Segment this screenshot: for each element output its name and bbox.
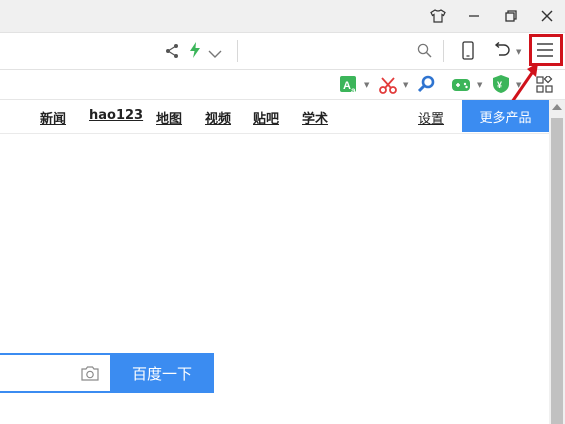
browser-window: ▼ A a ▼ ▼ ▼ ¥ ▼ 新闻 hao123 地图 视频 贴吧 学术 设置… (0, 0, 565, 424)
nav-link-news[interactable]: 新闻 (40, 108, 66, 127)
minimize-icon (469, 15, 479, 17)
share-button[interactable] (165, 43, 179, 63)
more-products-button[interactable]: 更多产品 (462, 100, 549, 132)
nav-link-tieba[interactable]: 贴吧 (253, 108, 279, 127)
title-bar (0, 0, 565, 32)
nav-link-settings[interactable]: 设置 (418, 108, 444, 127)
address-dropdown-button[interactable] (208, 44, 222, 63)
gamepad-icon (452, 79, 470, 91)
close-icon (541, 10, 553, 22)
search-extension[interactable] (417, 75, 436, 98)
nav-link-hao123[interactable]: hao123 (89, 108, 143, 123)
undo-button[interactable] (493, 41, 511, 62)
scissors-icon (379, 77, 397, 94)
extensions-toolbar: A a ▼ ▼ ▼ ¥ ▼ (0, 70, 565, 100)
restore-icon (505, 10, 517, 22)
close-button[interactable] (529, 0, 565, 32)
lightning-icon (190, 42, 200, 58)
mobile-button[interactable] (462, 41, 474, 64)
translate-extension[interactable]: A a (339, 75, 359, 99)
magnifier-icon (417, 75, 435, 93)
svg-text:¥: ¥ (497, 80, 502, 90)
baidu-search-button[interactable]: 百度一下 (110, 353, 214, 393)
search-bar-input[interactable] (239, 33, 419, 69)
translate-icon: A a (340, 76, 356, 95)
restore-button[interactable] (493, 0, 529, 32)
address-bar: ▼ (0, 32, 565, 70)
svg-text:A: A (343, 80, 351, 92)
search-icon (417, 43, 432, 58)
nav-link-map[interactable]: 地图 (156, 108, 182, 127)
chevron-down-icon (208, 50, 222, 58)
shirt-skin-icon (430, 9, 446, 23)
minimize-button[interactable] (456, 0, 492, 32)
nav-link-video[interactable]: 视频 (205, 108, 231, 127)
speed-mode-button[interactable] (189, 41, 201, 63)
game-caret[interactable]: ▼ (477, 81, 482, 89)
screenshot-extension[interactable] (379, 76, 397, 98)
scrollbar-thumb[interactable] (551, 118, 563, 424)
divider (237, 40, 238, 62)
scroll-up-arrow-icon[interactable] (552, 104, 562, 110)
divider (443, 40, 444, 62)
translate-caret[interactable]: ▼ (364, 81, 369, 89)
game-extension[interactable] (451, 77, 471, 97)
undo-dropdown-caret[interactable]: ▼ (516, 48, 521, 56)
skin-button[interactable] (420, 0, 456, 32)
share-icon (166, 44, 178, 58)
camera-icon[interactable] (80, 365, 100, 381)
svg-text:a: a (351, 86, 356, 95)
screenshot-caret[interactable]: ▼ (403, 81, 408, 89)
baidu-search-input[interactable] (0, 353, 111, 393)
mobile-icon (462, 41, 474, 60)
search-bar-button[interactable] (417, 43, 432, 62)
undo-icon (494, 41, 510, 56)
nav-link-xueshu[interactable]: 学术 (302, 108, 328, 127)
